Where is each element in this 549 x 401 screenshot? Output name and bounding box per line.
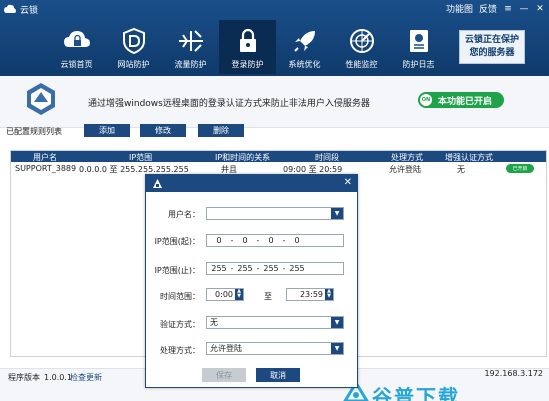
nav-item-website-protection[interactable]: 网站防护 (105, 20, 162, 74)
rule-edit-dialog: ✕ 用户名： ▼ IP范围(起)： 0 - 0 - 0 - 0 IP范围(止)：… (145, 174, 358, 388)
version-label: 程序版本 (8, 373, 40, 382)
close-window-icon[interactable]: ✕ (535, 4, 545, 14)
ip-start-input[interactable]: 0 - 0 - 0 - 0 (206, 234, 344, 247)
server-ip: 192.168.3.172 (484, 369, 543, 378)
app-small-icon (153, 179, 162, 188)
edit-rule-button[interactable]: 修改 (140, 124, 186, 137)
add-rule-button[interactable]: 添加 (84, 124, 130, 137)
nav-item-system-optimize[interactable]: 系统优化 (276, 20, 333, 74)
title-bar-controls: 功能图 反馈 ≡ — ✕ (446, 2, 545, 16)
shield-d-icon (122, 27, 145, 55)
auth-method-value: 无 (210, 318, 218, 327)
nav-label: 网站防护 (117, 60, 150, 69)
ip-start-octet-2[interactable]: 0 (236, 236, 254, 245)
col-ip-range[interactable]: IP范围 (129, 152, 152, 163)
ip-start-octet-1[interactable]: 0 (210, 236, 228, 245)
rules-list-label: 已配置规则列表 (6, 127, 62, 136)
time-start-input[interactable]: 0:00 ▲ ▼ (206, 288, 244, 301)
time-end-input[interactable]: 23:59 ▲ ▼ (286, 288, 334, 301)
nav-label: 系统优化 (288, 60, 321, 69)
rocket-icon (293, 31, 315, 52)
nav-label: 防护日志 (402, 60, 435, 69)
feature-toggle[interactable]: ON 本功能已开启 (418, 92, 504, 108)
feature-info-panel: 通过增强windows远程桌面的登录认证方式来防止非法用户入侵服务器 ON 本功… (0, 76, 549, 128)
ip-start-octet-3[interactable]: 0 (262, 236, 280, 245)
save-button[interactable]: 保存 (202, 368, 246, 382)
ip-end-octet-2[interactable]: 255 (236, 264, 254, 273)
feedback-link[interactable]: 反馈 (479, 2, 497, 15)
feature-description: 通过增强windows远程桌面的登录认证方式来防止非法用户入侵服务器 (88, 99, 370, 109)
username-label: 用户名： (168, 210, 200, 219)
nav-label: 流量防护 (174, 60, 207, 69)
radar-icon (349, 29, 374, 53)
check-update-link[interactable]: 检查更新 (70, 372, 102, 383)
time-start-value: 0:00 (215, 290, 233, 299)
nav-item-performance-monitor[interactable]: 性能监控 (333, 20, 390, 74)
ip-end-label: IP范围(止)： (154, 266, 200, 275)
action-select[interactable]: 允许登陆 ▼ (206, 342, 344, 355)
minimize-icon[interactable]: — (519, 4, 529, 14)
top-header: 云锁 功能图 反馈 ≡ — ✕ 云锁首页 网站防护 流量防护 登录防护 系统优化 (0, 0, 549, 76)
cloud-logo-icon (4, 4, 16, 13)
ip-end-octet-1[interactable]: 255 (210, 264, 228, 273)
status-line-1: 云锁正在保护 (464, 35, 519, 45)
col-ip-time-relation[interactable]: IP和时间的关系 (215, 152, 270, 163)
row-enabled-toggle[interactable]: 已开启 (506, 164, 534, 173)
watermark-text: 谷普下载 (372, 385, 460, 401)
time-range-label: 时间范围： (160, 292, 200, 301)
time-end-value: 23:59 (299, 290, 323, 299)
action-value: 允许登陆 (210, 344, 242, 353)
nav-item-traffic-protection[interactable]: 流量防护 (162, 20, 219, 74)
cell-username: SUPPORT_3889 (15, 164, 77, 173)
nav-label: 性能监控 (345, 60, 378, 69)
toggle-knob: ON (420, 94, 432, 106)
traffic-icon (178, 30, 203, 52)
shield-feature-icon (27, 83, 55, 115)
main-nav: 云锁首页 网站防护 流量防护 登录防护 系统优化 性能监控 防护日志 (48, 20, 447, 74)
dialog-title-bar: ✕ (146, 175, 357, 192)
auth-method-select[interactable]: 无 ▼ (206, 316, 344, 329)
version-text: 程序版本 1.0.0.1 (8, 372, 72, 383)
cancel-button[interactable]: 取消 (256, 368, 300, 382)
title-bar: 云锁 功能图 反馈 ≡ — ✕ (0, 0, 549, 18)
chevron-down-icon[interactable]: ▼ (331, 317, 343, 328)
toggle-label: 本功能已开启 (438, 96, 493, 107)
ip-start-octet-4[interactable]: 0 (288, 236, 306, 245)
ip-start-label: IP范围(起)： (154, 237, 200, 246)
dialog-close-icon[interactable]: ✕ (344, 177, 352, 188)
ip-end-octet-4[interactable]: 255 (288, 264, 306, 273)
table-header: 用户名 IP范围 IP和时间的关系 时间段 处理方式 增强认证方式 (11, 151, 546, 162)
delete-rule-button[interactable]: 删除 (198, 124, 244, 137)
chevron-down-icon[interactable]: ▼ (331, 343, 343, 354)
nav-item-home[interactable]: 云锁首页 (48, 20, 105, 74)
action-label: 处理方式： (160, 346, 200, 355)
padlock-icon (239, 28, 256, 52)
ip-end-input[interactable]: 255 - 255 - 255 - 255 (206, 262, 344, 275)
app-title: 云锁 (20, 5, 39, 16)
nav-label: 云锁首页 (60, 60, 93, 69)
log-icon (409, 30, 428, 52)
col-action[interactable]: 处理方式 (391, 152, 423, 163)
username-select[interactable]: ▼ (206, 207, 344, 220)
cloud-lock-icon (63, 31, 90, 47)
status-line-2: 您的服务器 (469, 48, 515, 58)
chevron-down-icon[interactable]: ▼ (331, 208, 343, 219)
auth-method-label: 验证方式： (160, 320, 200, 329)
ip-end-octet-3[interactable]: 255 (262, 264, 280, 273)
menu-icon[interactable]: ≡ (503, 4, 513, 14)
nav-item-protection-log[interactable]: 防护日志 (390, 20, 447, 74)
nav-label: 登录防护 (231, 60, 264, 69)
nav-item-login-protection[interactable]: 登录防护 (219, 20, 276, 74)
cell-auth: 无 (457, 165, 465, 174)
time-separator: 至 (264, 292, 272, 301)
version-number: 1.0.0.1 (44, 373, 72, 382)
features-menu-link[interactable]: 功能图 (446, 2, 473, 15)
time-start-spinner-icon[interactable]: ▲ ▼ (235, 289, 243, 300)
col-time-period[interactable]: 时间段 (315, 152, 339, 163)
cell-action: 允许登陆 (389, 165, 421, 174)
time-end-spinner-icon[interactable]: ▲ ▼ (325, 289, 333, 300)
protection-status-box: 云锁正在保护 您的服务器 (459, 30, 525, 64)
col-username[interactable]: 用户名 (33, 152, 57, 163)
col-auth-method[interactable]: 增强认证方式 (445, 152, 493, 163)
